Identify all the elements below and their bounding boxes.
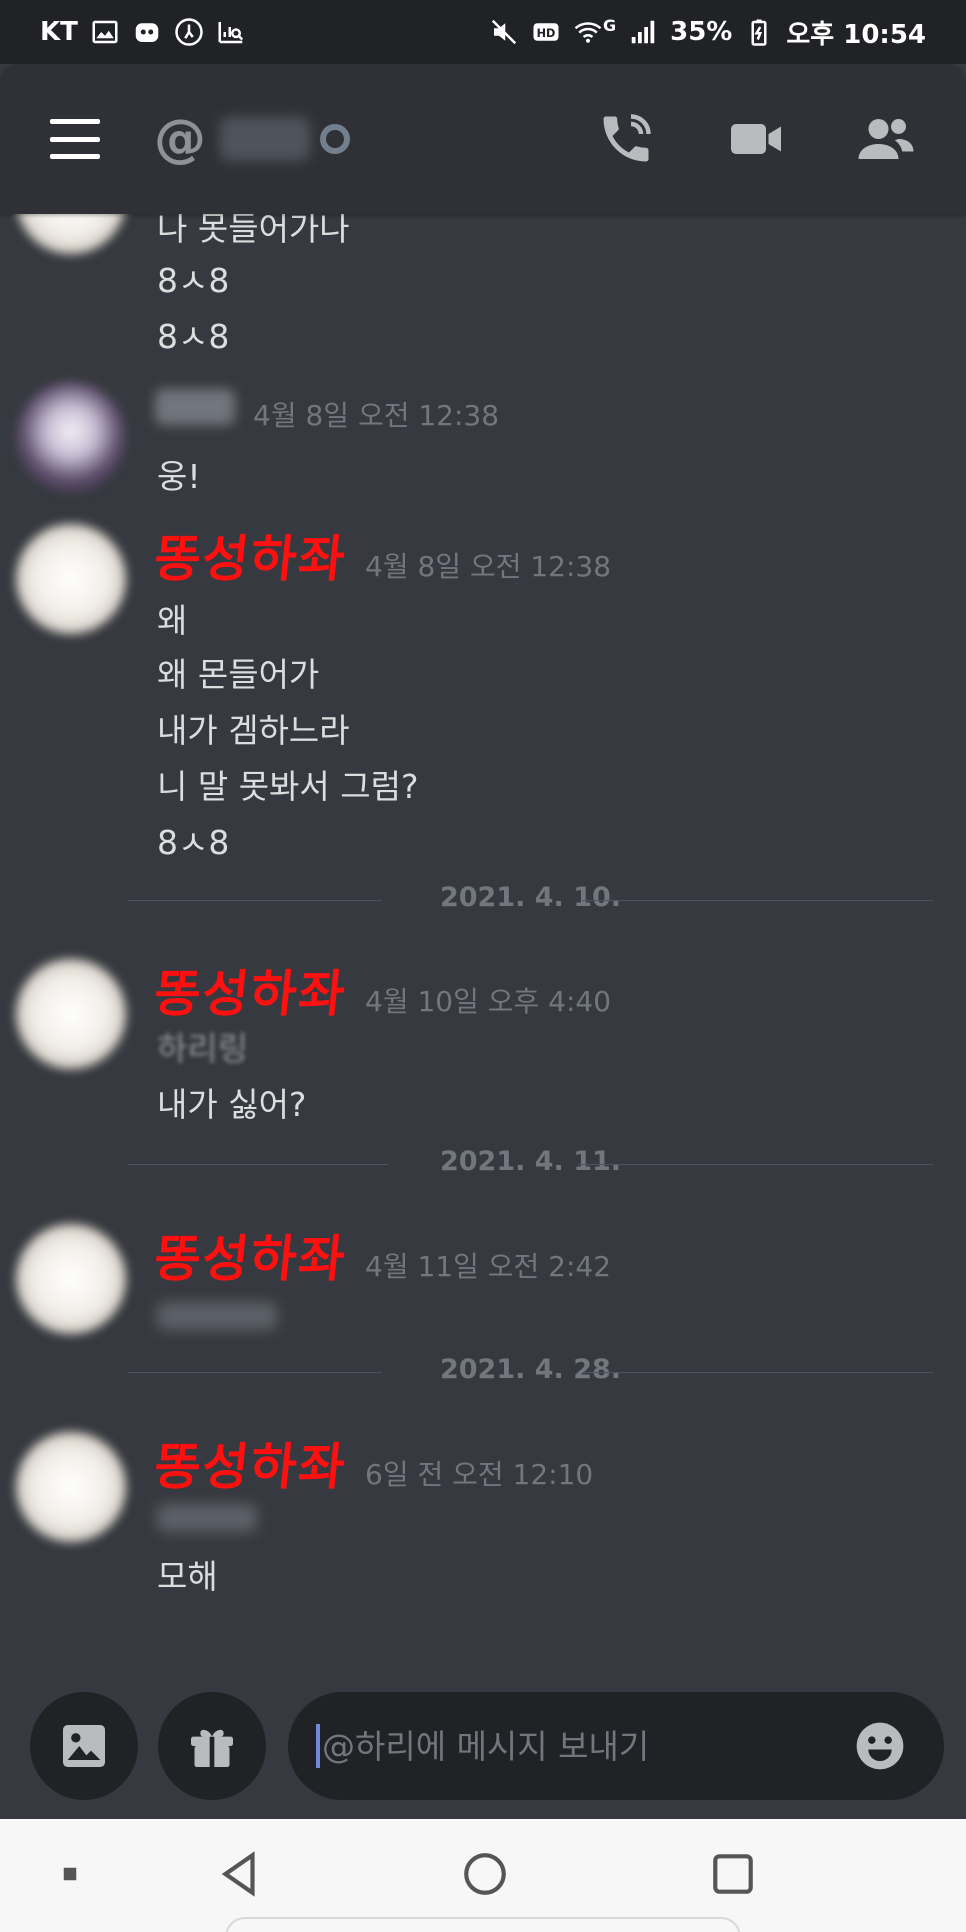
username[interactable]: 똥성하좌: [151, 1427, 351, 1499]
timestamp: 4월 11일 오전 2:42: [365, 1250, 612, 1283]
avatar[interactable]: [16, 1432, 126, 1542]
hd-icon: HD: [531, 17, 561, 47]
status-bar: KT HD G 35% 오후 10:54: [0, 0, 966, 64]
gesture-pill: [225, 1917, 741, 1932]
message-text: 모해: [157, 1557, 218, 1596]
message-text-blurred: [157, 1504, 257, 1532]
message-text: 나 못들어가나: [157, 214, 350, 248]
gift-icon: [191, 1729, 233, 1767]
walking-icon: [174, 17, 204, 47]
message-header: 똥성하좌 4월 10일 오후 4:40: [152, 954, 612, 1026]
battery-charging-icon: [744, 17, 774, 47]
message-text: 8ㅅ8: [157, 261, 230, 300]
status-left: KT: [40, 17, 246, 47]
message-header: 똥성하좌 4월 11일 오전 2:42: [152, 1219, 612, 1291]
avatar[interactable]: [16, 382, 126, 492]
recent-dot-icon[interactable]: [45, 1849, 95, 1899]
wifi-icon: [573, 17, 603, 47]
menu-icon[interactable]: [50, 119, 100, 159]
clock: 오후 10:54: [786, 19, 926, 50]
signal-icon: [628, 17, 658, 47]
timestamp: 6일 전 오전 12:10: [365, 1458, 594, 1491]
dm-recipient-name-blurred: [220, 117, 310, 161]
message-list[interactable]: 나 못들어가나 8ㅅ8 8ㅅ8 4월 8일 오전 12:38 웅! 똥성하좌 4…: [0, 214, 966, 1689]
carrier-label: KT: [40, 17, 78, 47]
mute-icon: [489, 17, 519, 47]
message-text: 내가 싫어?: [157, 1085, 307, 1124]
date-divider-label: 2021. 4. 10.: [439, 882, 622, 913]
avatar[interactable]: [16, 959, 126, 1069]
status-right: HD G 35% 오후 10:54: [489, 14, 926, 51]
home-icon[interactable]: [460, 1849, 510, 1899]
message-header: 똥성하좌 6일 전 오전 12:10: [152, 1427, 594, 1499]
avatar[interactable]: [16, 214, 126, 254]
header-actions: [596, 109, 916, 169]
gallery-notification-icon: [90, 17, 120, 47]
channel-header: @: [0, 64, 966, 214]
stats-search-icon: [216, 17, 246, 47]
app-notification-icon: [132, 17, 162, 47]
message-text: 8ㅅ8: [157, 317, 230, 356]
message-text: 왜: [157, 601, 188, 640]
members-icon[interactable]: [856, 109, 916, 169]
username-blurred[interactable]: [155, 389, 235, 425]
message-header: 4월 8일 오전 12:38: [155, 389, 499, 434]
timestamp: 4월 8일 오전 12:38: [253, 399, 500, 432]
dm-at-icon: @: [154, 109, 206, 169]
message-header: 똥성하좌 4월 8일 오전 12:38: [152, 519, 612, 591]
date-divider: 2021. 4. 28.: [128, 1352, 933, 1392]
text-caret: [316, 1724, 320, 1768]
avatar[interactable]: [16, 1224, 126, 1334]
date-divider-label: 2021. 4. 11.: [439, 1146, 622, 1177]
system-nav-bar: [0, 1819, 966, 1932]
date-divider: 2021. 4. 11.: [128, 1144, 933, 1184]
date-divider-label: 2021. 4. 28.: [439, 1354, 622, 1385]
phone-call-icon[interactable]: [596, 109, 656, 169]
svg-text:HD: HD: [537, 27, 556, 40]
username[interactable]: 똥성하좌: [151, 1219, 351, 1291]
back-icon[interactable]: [215, 1849, 265, 1899]
status-offline-icon: [320, 124, 350, 154]
image-upload-button[interactable]: [30, 1692, 138, 1800]
message-text: 왜 몬들어가: [157, 655, 320, 694]
date-divider: 2021. 4. 10.: [128, 880, 933, 920]
gift-button[interactable]: [158, 1692, 266, 1800]
image-icon: [63, 1725, 105, 1767]
message-text-blurred: [157, 1302, 277, 1330]
avatar[interactable]: [16, 524, 126, 634]
battery-percent: 35%: [670, 17, 733, 47]
message-text: 하리링: [157, 1029, 249, 1068]
message-text: 니 말 못봐서 그럼?: [157, 767, 419, 806]
message-text: 웅!: [157, 457, 201, 496]
message-input-container[interactable]: [288, 1692, 944, 1800]
username[interactable]: 똥성하좌: [151, 519, 351, 591]
timestamp: 4월 8일 오전 12:38: [365, 550, 612, 583]
network-type-label: G: [602, 15, 617, 35]
message-text: 내가 겜하느라: [157, 711, 350, 750]
recents-icon[interactable]: [708, 1849, 758, 1899]
timestamp: 4월 10일 오후 4:40: [365, 985, 612, 1018]
message-input[interactable]: [322, 1726, 822, 1766]
emoji-icon[interactable]: [852, 1718, 908, 1774]
username[interactable]: 똥성하좌: [151, 954, 351, 1026]
message-text: 8ㅅ8: [157, 823, 230, 862]
video-call-icon[interactable]: [726, 109, 786, 169]
